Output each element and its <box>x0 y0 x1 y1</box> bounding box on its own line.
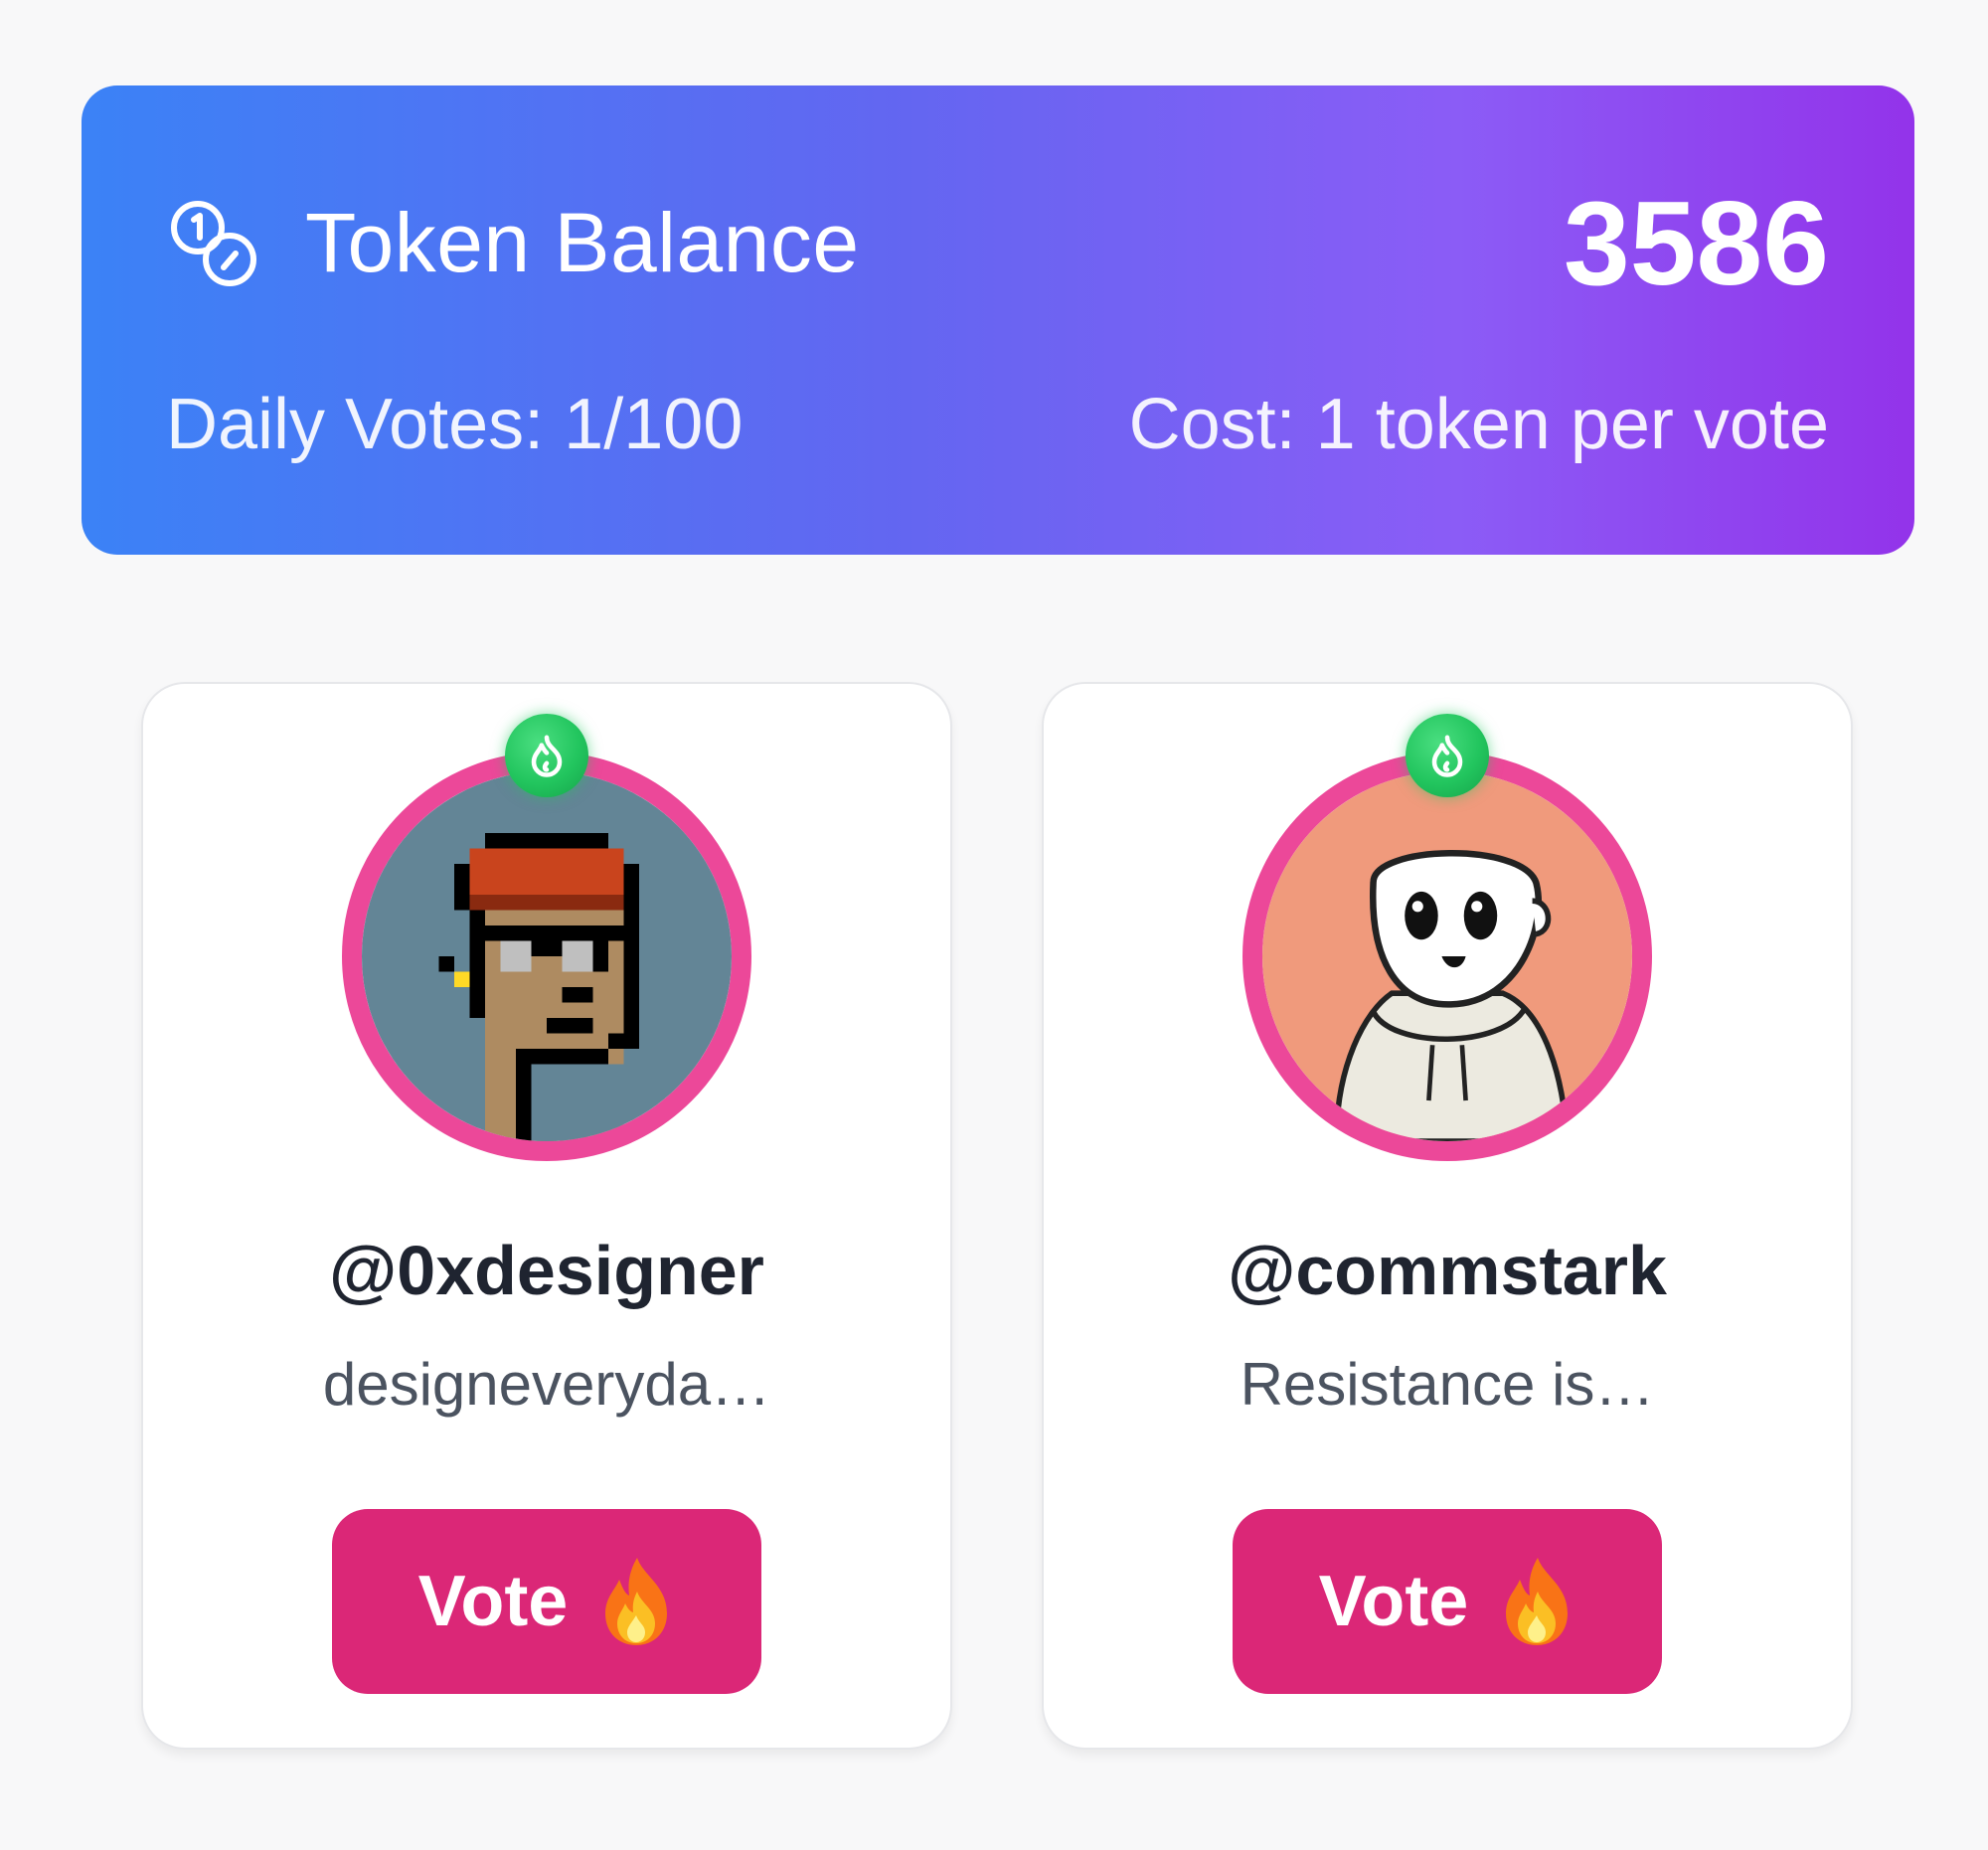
profile-handle[interactable]: @0xdesigner <box>143 1231 950 1310</box>
avatar[interactable] <box>342 752 751 1161</box>
fire-emoji-icon <box>605 1558 668 1645</box>
profile-card: @commstark Resistance is… Vote <box>1042 682 1853 1750</box>
fire-emoji-icon <box>1506 1558 1569 1645</box>
profile-bio: Resistance is… <box>1240 1351 1655 1418</box>
profile-bio: designeveryda… <box>322 1351 771 1418</box>
token-balance-header: Token Balance <box>166 195 860 291</box>
vote-cost-text: Cost: 1 token per vote <box>1128 385 1829 464</box>
flame-badge-icon <box>1406 714 1489 797</box>
profile-card: @0xdesigner designeveryda… Vote <box>141 682 952 1750</box>
flame-badge-icon <box>505 714 588 797</box>
vote-button[interactable]: Vote <box>332 1509 761 1694</box>
vote-button-label: Vote <box>1318 1562 1469 1641</box>
profile-handle[interactable]: @commstark <box>1044 1231 1851 1310</box>
token-balance-title: Token Balance <box>305 196 860 289</box>
daily-votes-counter: Daily Votes: 1/100 <box>166 385 744 464</box>
avatar-container <box>342 714 751 1161</box>
vote-button[interactable]: Vote <box>1233 1509 1662 1694</box>
avatar-container <box>1242 714 1652 1161</box>
token-balance-amount: 3586 <box>1564 177 1829 310</box>
vote-button-label: Vote <box>417 1562 569 1641</box>
token-balance-card: Token Balance 3586 Daily Votes: 1/100 Co… <box>82 85 1914 555</box>
coins-icon <box>171 200 256 286</box>
hoodie-character-avatar <box>1262 771 1632 1141</box>
pixel-punk-avatar <box>362 771 732 1141</box>
avatar[interactable] <box>1242 752 1652 1161</box>
